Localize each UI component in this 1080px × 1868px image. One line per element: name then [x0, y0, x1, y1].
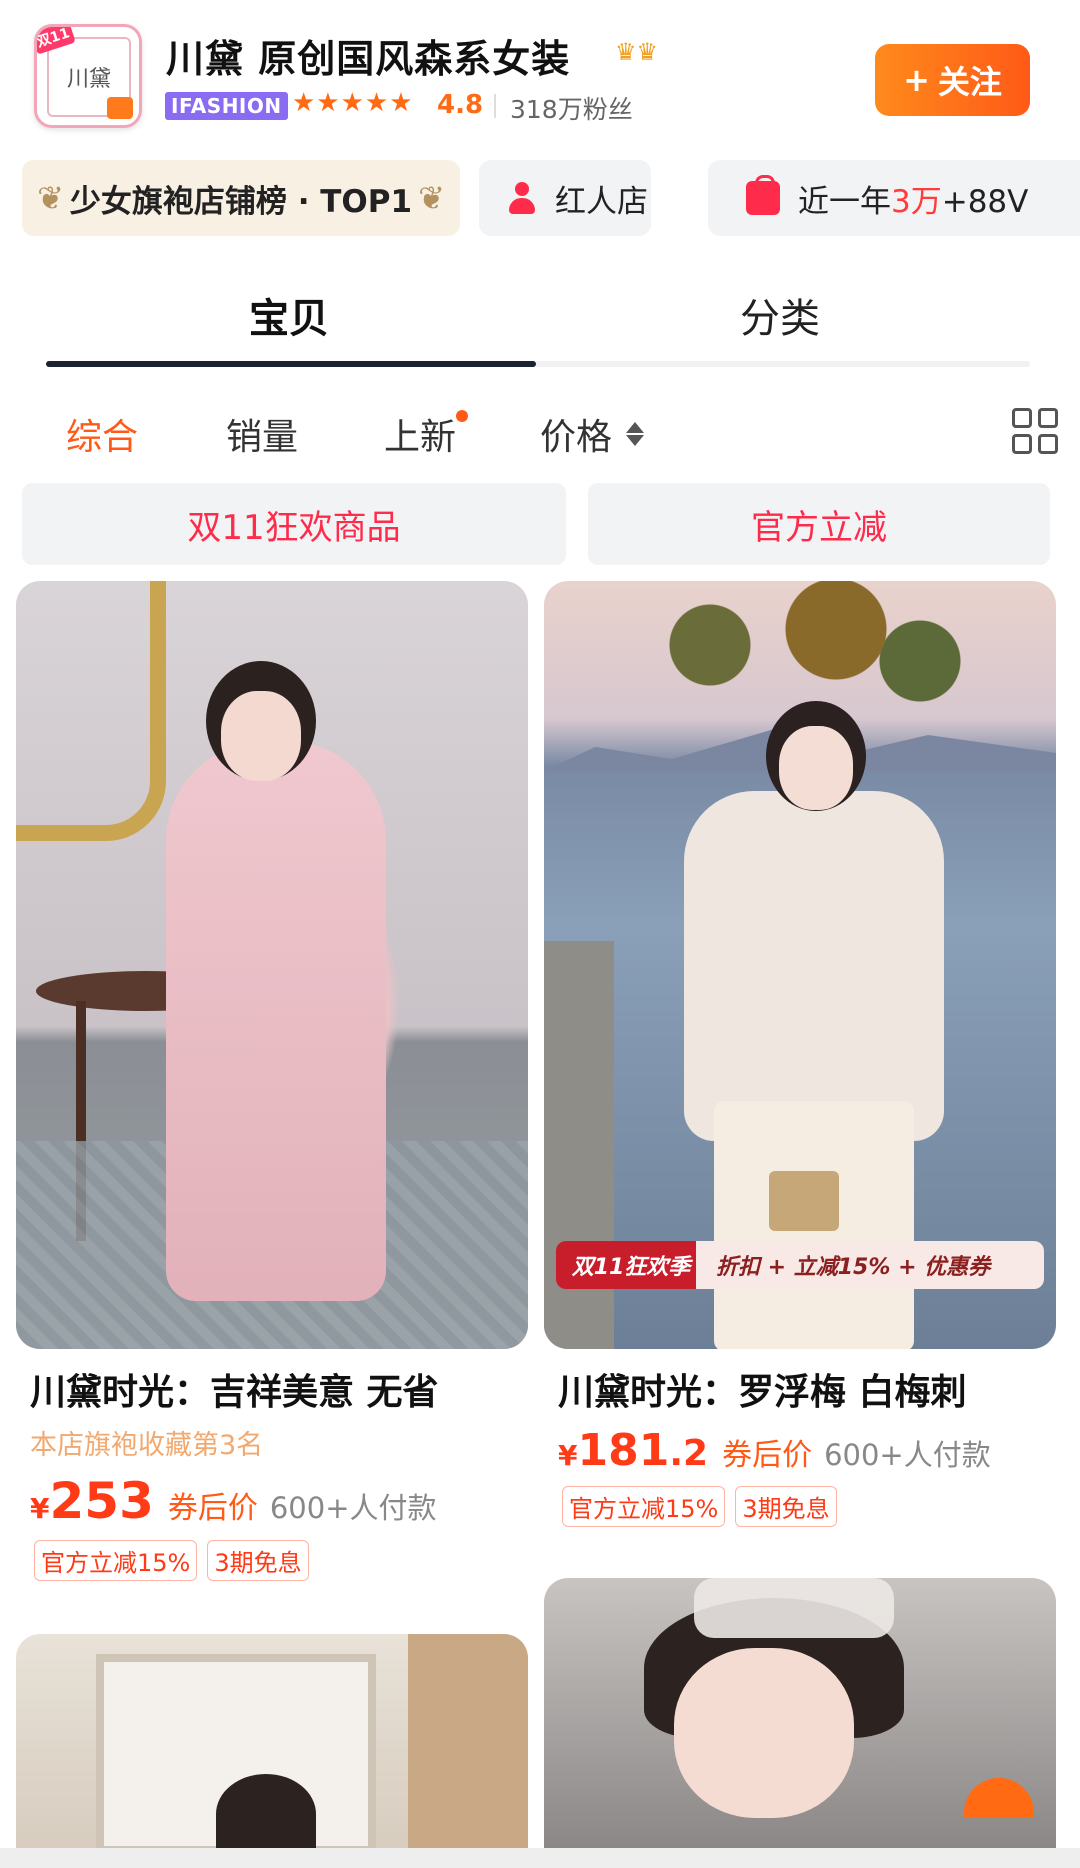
buyers-count: 600+人付款 — [269, 1491, 437, 1525]
product-image[interactable]: 双11狂欢季 折扣 + 立减15% + 优惠券 — [544, 581, 1056, 1349]
yearly-sales-text: 近一年3万+88V — [798, 176, 1028, 221]
laurel-right-icon: ❦ — [418, 179, 445, 217]
product-title[interactable]: 川黛时光：吉祥美意 无省 — [16, 1363, 528, 1415]
price-label: 券后价 — [722, 1438, 813, 1473]
discount-tag: 官方立减15% — [562, 1486, 726, 1527]
shop-logo[interactable]: 川黛 双11 — [34, 24, 142, 128]
shop-tags-row: ❦ 少女旗袍店铺榜 · TOP1 ❦ 红人店 近一年3万+88V — [22, 160, 1080, 238]
tab-products[interactable]: 宝贝 — [249, 286, 329, 344]
influencer-label: 红人店 — [555, 183, 648, 220]
top-rank-label: 少女旗袍店铺榜 · TOP1 — [69, 183, 413, 220]
product-card[interactable]: 川黛时光：吉祥美意 无省 本店旗袍收藏第3名 ¥ 253 券后价 600+人付款… — [16, 581, 528, 1581]
rating-value: 4.8 — [437, 90, 484, 120]
price-row: ¥ 181 .2 券后价 600+人付款 — [544, 1425, 1056, 1476]
shop-header: 川黛 双11 川黛 原创国风森系女装 ♛♛ IFASHION ★★★★★ 4.8… — [0, 0, 1080, 150]
top-rank-chip[interactable]: ❦ 少女旗袍店铺榜 · TOP1 ❦ — [22, 160, 460, 236]
double11-products-button[interactable]: 双11狂欢商品 — [22, 483, 566, 565]
bottom-edge — [0, 1848, 1080, 1868]
product-card[interactable] — [16, 1634, 528, 1854]
year-highlight: 3万 — [891, 183, 942, 220]
currency-symbol: ¥ — [30, 1492, 50, 1525]
divider — [494, 94, 496, 118]
year-suffix: +88V — [941, 183, 1029, 220]
sort-new-label: 上新 — [384, 417, 457, 458]
product-tags: 官方立减15% 3期免息 — [544, 1486, 1056, 1527]
price-label: 券后价 — [167, 1491, 258, 1526]
double11-promo-banner: 双11狂欢季 折扣 + 立减15% + 优惠券 — [556, 1241, 1044, 1289]
banner-right-text: 折扣 + 立减15% + 优惠券 — [716, 1255, 991, 1280]
year-prefix: 近一年 — [798, 183, 891, 220]
tab-active-indicator — [46, 361, 536, 367]
installment-tag: 3期免息 — [207, 1540, 309, 1581]
star-rating-icon: ★★★★★ — [292, 88, 414, 118]
buyers-count: 600+人付款 — [824, 1438, 991, 1472]
sort-arrows-icon — [626, 422, 645, 446]
product-subtitle: 本店旗袍收藏第3名 — [30, 1430, 264, 1461]
tab-categories[interactable]: 分类 — [740, 286, 820, 344]
ifashion-badge: IFASHION — [165, 92, 288, 120]
sort-bar: 综合 销量 上新 价格 — [0, 400, 1080, 470]
yearly-sales-chip[interactable]: 近一年3万+88V — [708, 160, 1080, 236]
product-image[interactable] — [544, 1578, 1056, 1854]
shop-tabs: 宝贝 分类 — [0, 260, 1080, 370]
price-decimal: .2 — [669, 1433, 709, 1474]
price-value: 181 — [577, 1425, 670, 1476]
sort-price[interactable]: 价格 — [540, 408, 645, 460]
crown-icon: ♛♛ — [615, 38, 659, 66]
new-dot-badge — [456, 410, 469, 422]
product-tags: 官方立减15% 3期免息 — [16, 1540, 528, 1581]
installment-tag: 3期免息 — [735, 1486, 837, 1527]
official-discount-button[interactable]: 官方立减 — [588, 483, 1050, 565]
floating-action-badge[interactable] — [964, 1778, 1034, 1818]
shop-name[interactable]: 川黛 原创国风森系女装 — [166, 28, 570, 83]
sort-new-arrivals[interactable]: 上新 — [384, 408, 469, 460]
shopping-bag-icon — [107, 97, 133, 119]
plus-icon: + — [903, 61, 930, 99]
sort-sales[interactable]: 销量 — [226, 408, 298, 460]
product-image[interactable] — [16, 1634, 528, 1854]
follow-button[interactable]: + 关注 — [875, 44, 1030, 116]
grid-view-icon[interactable] — [1012, 408, 1058, 454]
currency-symbol: ¥ — [558, 1439, 578, 1472]
product-image[interactable] — [16, 581, 528, 1349]
sort-comprehensive[interactable]: 综合 — [66, 408, 138, 460]
follow-label: 关注 — [937, 63, 1002, 101]
product-title[interactable]: 川黛时光：罗浮梅 白梅刺 — [544, 1363, 1056, 1415]
fans-count: 318万粉丝 — [510, 95, 633, 124]
person-icon — [507, 182, 537, 214]
product-card[interactable]: 双11狂欢季 折扣 + 立减15% + 优惠券 川黛时光：罗浮梅 白梅刺 ¥ 1… — [544, 581, 1056, 1527]
price-row: ¥ 253 券后价 600+人付款 — [16, 1472, 528, 1530]
laurel-left-icon: ❦ — [37, 179, 64, 217]
price-value: 253 — [49, 1472, 154, 1530]
banner-left-text: 双11狂欢季 — [571, 1255, 691, 1280]
discount-tag: 官方立减15% — [34, 1540, 198, 1581]
influencer-chip[interactable]: 红人店 — [479, 160, 651, 236]
sort-price-label: 价格 — [540, 417, 613, 458]
shopping-bag-icon — [746, 175, 780, 215]
product-card[interactable] — [544, 1578, 1056, 1854]
